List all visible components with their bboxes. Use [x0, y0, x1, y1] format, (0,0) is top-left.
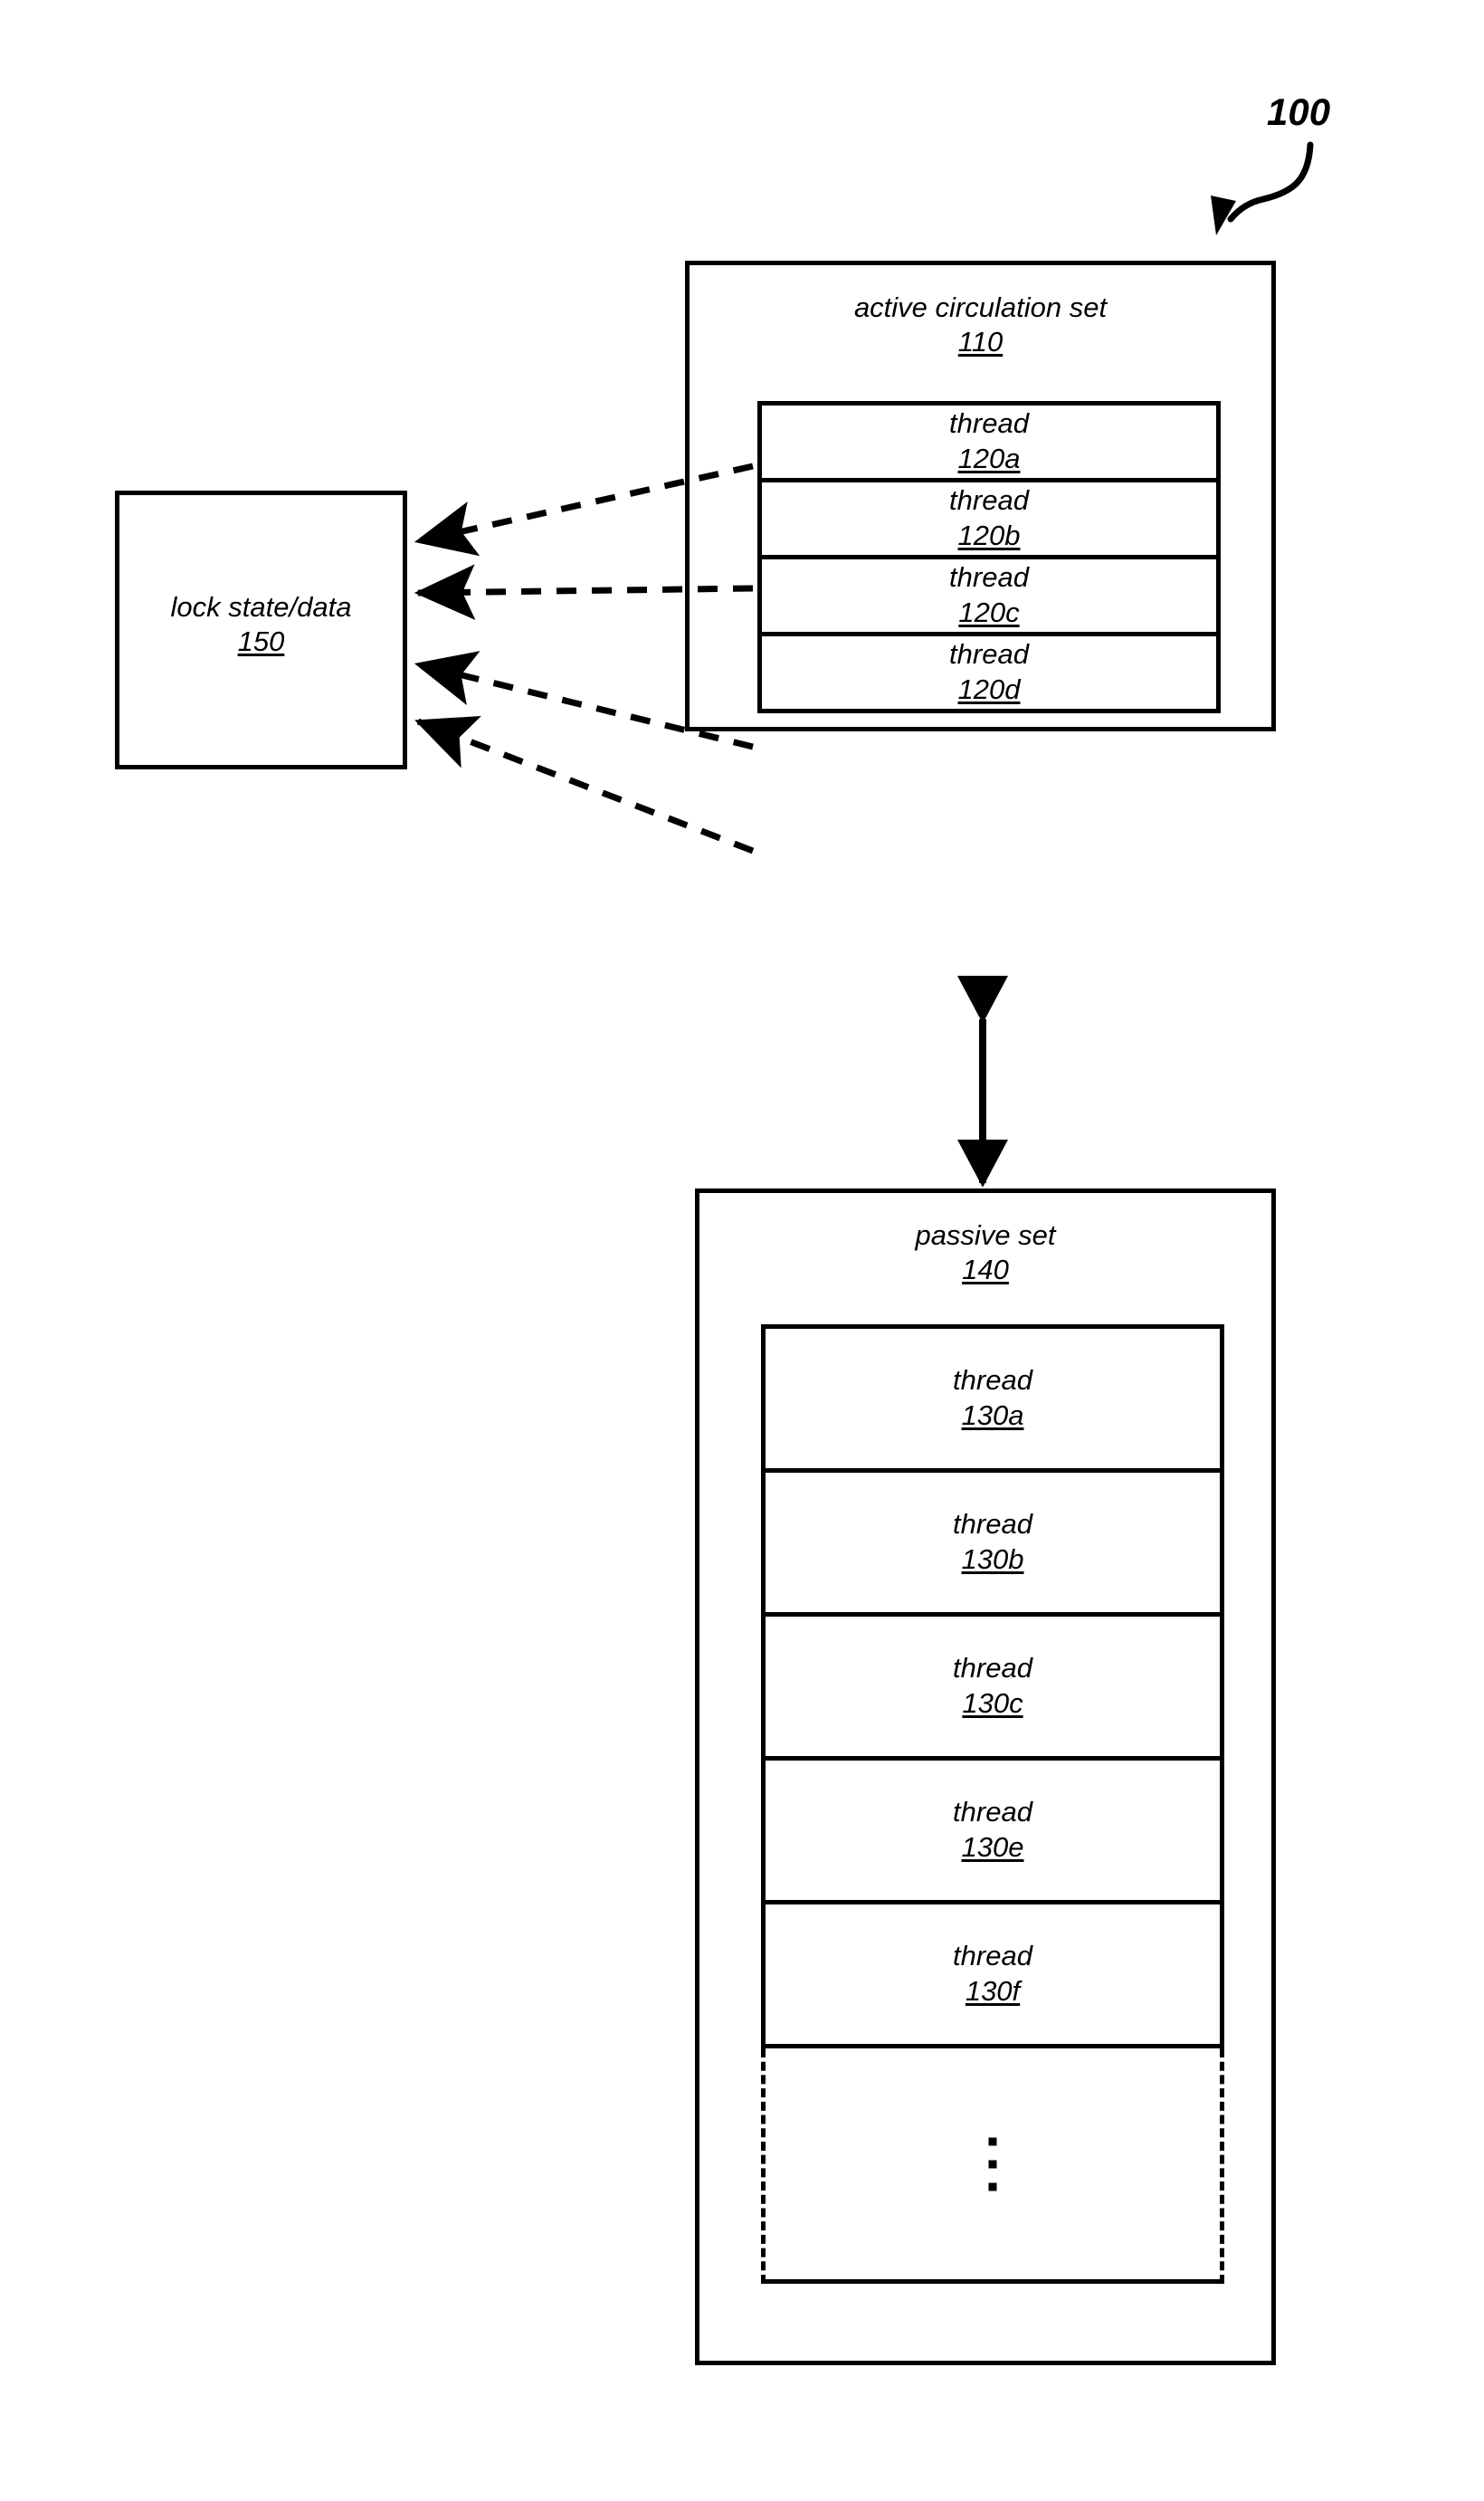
- passive-set-ref: 140: [962, 1253, 1009, 1285]
- thread-cell: thread 130a: [766, 1329, 1220, 1473]
- thread-ref: 130b: [961, 1543, 1024, 1575]
- active-set-ref: 110: [957, 325, 1004, 358]
- lock-state-data-label: lock state/data 150: [119, 590, 403, 659]
- thread-ref: 130e: [961, 1831, 1024, 1863]
- thread-ref: 120a: [957, 443, 1021, 474]
- passive-set-title: passive set: [915, 1219, 1056, 1251]
- active-set-title: active circulation set: [853, 291, 1108, 323]
- lock-ref: 150: [237, 625, 285, 657]
- thread-label: thread 130f: [953, 1939, 1032, 2009]
- thread-ref: 120d: [957, 673, 1021, 705]
- thread-title: thread: [953, 1364, 1032, 1397]
- lock-title: lock state/data: [170, 591, 352, 623]
- thread-cell: thread 130e: [766, 1761, 1220, 1904]
- thread-label: thread 120d: [949, 637, 1029, 708]
- passive-set-box: passive set 140 thread 130a thread 130b …: [695, 1188, 1276, 2365]
- thread-cell: thread 130f: [766, 1904, 1220, 2044]
- thread-title: thread: [949, 561, 1029, 594]
- thread-label: thread 130e: [953, 1795, 1032, 1866]
- thread-to-lock-arrow: [414, 715, 755, 854]
- thread-cell: thread 120a: [762, 406, 1216, 482]
- active-circulation-set-label: active circulation set 110: [690, 291, 1271, 359]
- figure-number: 100: [1267, 91, 1331, 133]
- thread-label: thread 130c: [953, 1651, 1032, 1722]
- passive-set-label: passive set 140: [699, 1218, 1271, 1287]
- lock-state-data-box: lock state/data 150: [115, 491, 407, 769]
- thread-title: thread: [949, 407, 1029, 440]
- thread-title: thread: [953, 1796, 1032, 1828]
- passive-thread-continuation: [761, 2048, 1224, 2284]
- active-thread-list: thread 120a thread 120b thread 120c thre…: [757, 401, 1221, 713]
- thread-ref: 130f: [965, 1975, 1021, 2007]
- thread-title: thread: [953, 1508, 1032, 1541]
- thread-cell: thread 120d: [762, 636, 1216, 709]
- thread-title: thread: [953, 1940, 1032, 1972]
- thread-label: thread 120b: [949, 483, 1029, 554]
- thread-cell: thread 130c: [766, 1617, 1220, 1761]
- thread-ref: 120c: [958, 597, 1020, 628]
- thread-label: thread 120c: [949, 560, 1029, 631]
- passive-thread-list: thread 130a thread 130b thread 130c thre…: [761, 1324, 1224, 2048]
- thread-cell: thread 120b: [762, 482, 1216, 559]
- thread-label: thread 130a: [953, 1363, 1032, 1434]
- vertical-ellipsis-icon: [988, 2137, 997, 2191]
- thread-title: thread: [953, 1652, 1032, 1685]
- thread-cell: thread 130b: [766, 1473, 1220, 1617]
- thread-ref: 120b: [957, 520, 1021, 551]
- patent-figure: 100 lock state/data 150 active circulati…: [0, 0, 1484, 2501]
- thread-cell: thread 120c: [762, 559, 1216, 636]
- active-circulation-set-box: active circulation set 110 thread 120a t…: [685, 261, 1276, 731]
- thread-title: thread: [949, 638, 1029, 671]
- figure-number-arrow-icon: [1211, 141, 1314, 235]
- thread-ref: 130c: [962, 1687, 1023, 1719]
- thread-label: thread 120a: [949, 406, 1029, 477]
- thread-ref: 130a: [961, 1399, 1024, 1431]
- thread-title: thread: [949, 484, 1029, 517]
- thread-label: thread 130b: [953, 1507, 1032, 1578]
